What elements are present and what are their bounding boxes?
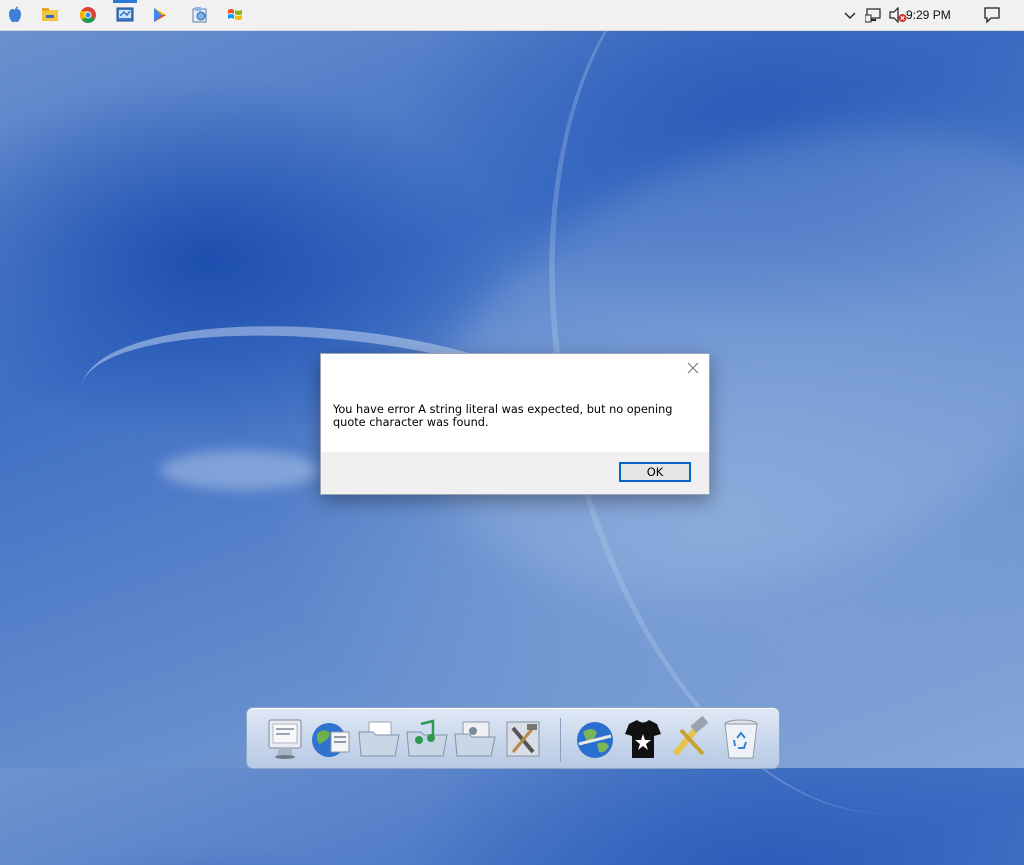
windows-flag-icon[interactable] [225, 5, 245, 25]
action-center-icon[interactable] [982, 6, 1002, 24]
active-app-indicator [113, 0, 137, 3]
finder-monitor-icon[interactable] [263, 716, 307, 762]
ok-button[interactable]: OK [619, 462, 691, 482]
wallpaper-highlight [160, 450, 320, 490]
file-explorer-icon[interactable] [40, 5, 60, 25]
clock[interactable]: 9:29 PM [906, 8, 951, 22]
recycle-bin-icon[interactable] [719, 716, 763, 762]
chevron-up-icon[interactable] [842, 6, 858, 24]
chrome-icon[interactable] [78, 5, 98, 25]
pictures-folder-icon[interactable] [453, 716, 497, 762]
installer-icon[interactable] [190, 5, 210, 25]
system-preferences-icon[interactable] [501, 716, 545, 762]
volume-muted-icon[interactable] [888, 6, 908, 24]
network-icon[interactable] [864, 6, 884, 24]
tools-hammer-icon[interactable] [667, 715, 711, 762]
taskbar: 9:29 PM [0, 0, 1024, 31]
play-store-icon[interactable] [150, 5, 170, 25]
dock [246, 707, 780, 769]
network-globe-icon[interactable] [573, 716, 617, 762]
music-folder-icon[interactable] [405, 716, 449, 762]
dock-separator [560, 718, 561, 762]
documents-folder-icon[interactable] [357, 716, 401, 762]
tshirt-icon[interactable] [621, 716, 665, 762]
internet-globe-icon[interactable] [309, 716, 353, 762]
close-icon[interactable] [686, 360, 700, 374]
error-dialog: You have error A string literal was expe… [320, 353, 710, 495]
control-panel-icon[interactable] [115, 5, 135, 25]
apple-icon[interactable] [5, 5, 25, 25]
error-message: You have error A string literal was expe… [333, 403, 673, 429]
